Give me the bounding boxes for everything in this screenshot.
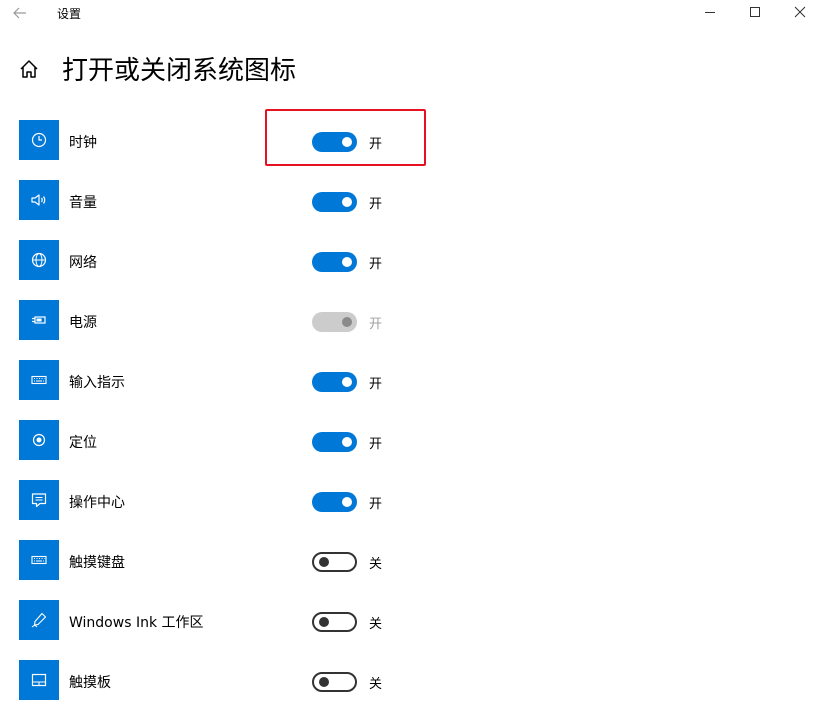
setting-row-power: 电源 开 <box>0 300 818 360</box>
tile-touch-keyboard <box>19 540 59 580</box>
setting-label: 触摸板 <box>69 675 111 691</box>
toggle-state-label: 开 <box>369 497 383 512</box>
setting-label: 电源 <box>69 315 97 331</box>
tile-power <box>19 300 59 340</box>
toggle-state-label: 开 <box>369 197 383 212</box>
location-icon <box>32 433 46 447</box>
tile-network <box>19 240 59 280</box>
setting-label: 输入指示 <box>69 375 125 391</box>
title-bar: 设置 <box>0 0 818 26</box>
network-toggle[interactable] <box>312 252 357 272</box>
setting-label: Windows Ink 工作区 <box>69 615 204 631</box>
touch-keyboard-toggle[interactable] <box>312 552 357 572</box>
setting-row-touchpad: 触摸板 关 <box>0 660 818 720</box>
volume-toggle[interactable] <box>312 192 357 212</box>
maximize-button[interactable] <box>745 3 765 21</box>
toggle-knob <box>342 437 352 447</box>
tile-action-center <box>19 480 59 520</box>
location-toggle[interactable] <box>312 432 357 452</box>
volume-icon <box>31 194 46 206</box>
toggle-knob <box>319 617 329 627</box>
setting-label: 音量 <box>69 195 97 211</box>
minimize-button[interactable] <box>700 3 720 21</box>
back-button[interactable] <box>10 3 30 23</box>
setting-row-volume: 音量 开 <box>0 180 818 240</box>
toggle-knob <box>342 377 352 387</box>
setting-row-touch-keyboard: 触摸键盘 关 <box>0 540 818 600</box>
tile-touchpad <box>19 660 59 700</box>
setting-row-action-center: 操作中心 开 <box>0 480 818 540</box>
setting-row-location: 定位 开 <box>0 420 818 480</box>
toggle-state-label: 关 <box>369 557 383 572</box>
battery-icon <box>32 316 46 324</box>
tile-windows-ink <box>19 600 59 640</box>
touchpad-toggle[interactable] <box>312 672 357 692</box>
action-center-icon <box>31 493 47 508</box>
app-title: 设置 <box>57 7 82 21</box>
setting-row-input-indicator: 输入指示 开 <box>0 360 818 420</box>
action-center-toggle[interactable] <box>312 492 357 512</box>
setting-label: 操作中心 <box>69 495 125 511</box>
toggle-state-label: 开 <box>369 317 383 332</box>
toggle-knob <box>319 677 329 687</box>
back-arrow-icon <box>13 7 26 19</box>
setting-label: 时钟 <box>69 135 97 151</box>
clock-icon <box>31 132 47 148</box>
pen-icon <box>31 612 47 628</box>
close-icon <box>794 6 806 18</box>
toggle-state-label: 开 <box>369 257 383 272</box>
toggle-state-label: 开 <box>369 437 383 452</box>
highlight-annotation <box>265 109 426 166</box>
toggle-knob <box>319 557 329 567</box>
windows-ink-toggle[interactable] <box>312 612 357 632</box>
setting-label: 触摸键盘 <box>69 555 125 571</box>
close-button[interactable] <box>790 3 810 21</box>
tile-volume <box>19 180 59 220</box>
toggle-state-label: 关 <box>369 617 383 632</box>
page-title: 打开或关闭系统图标 <box>62 56 297 86</box>
tile-clock <box>19 120 59 160</box>
input-indicator-toggle[interactable] <box>312 372 357 392</box>
setting-label: 定位 <box>69 435 97 451</box>
power-toggle <box>312 312 357 332</box>
keyboard-icon <box>31 375 47 385</box>
touchpad-icon <box>31 673 47 687</box>
home-icon <box>20 60 38 78</box>
minimize-icon <box>705 12 715 13</box>
setting-label: 网络 <box>69 255 97 271</box>
toggle-knob <box>342 197 352 207</box>
tile-input-indicator <box>19 360 59 400</box>
maximize-icon <box>750 7 760 17</box>
globe-icon <box>31 252 47 268</box>
setting-row-windows-ink: Windows Ink 工作区 关 <box>0 600 818 660</box>
setting-row-network: 网络 开 <box>0 240 818 300</box>
home-button[interactable] <box>18 58 40 80</box>
toggle-state-label: 开 <box>369 377 383 392</box>
toggle-knob <box>342 497 352 507</box>
touch-keyboard-icon <box>31 555 47 565</box>
toggle-state-label: 关 <box>369 677 383 692</box>
toggle-knob <box>342 317 352 327</box>
tile-location <box>19 420 59 460</box>
toggle-knob <box>342 257 352 267</box>
